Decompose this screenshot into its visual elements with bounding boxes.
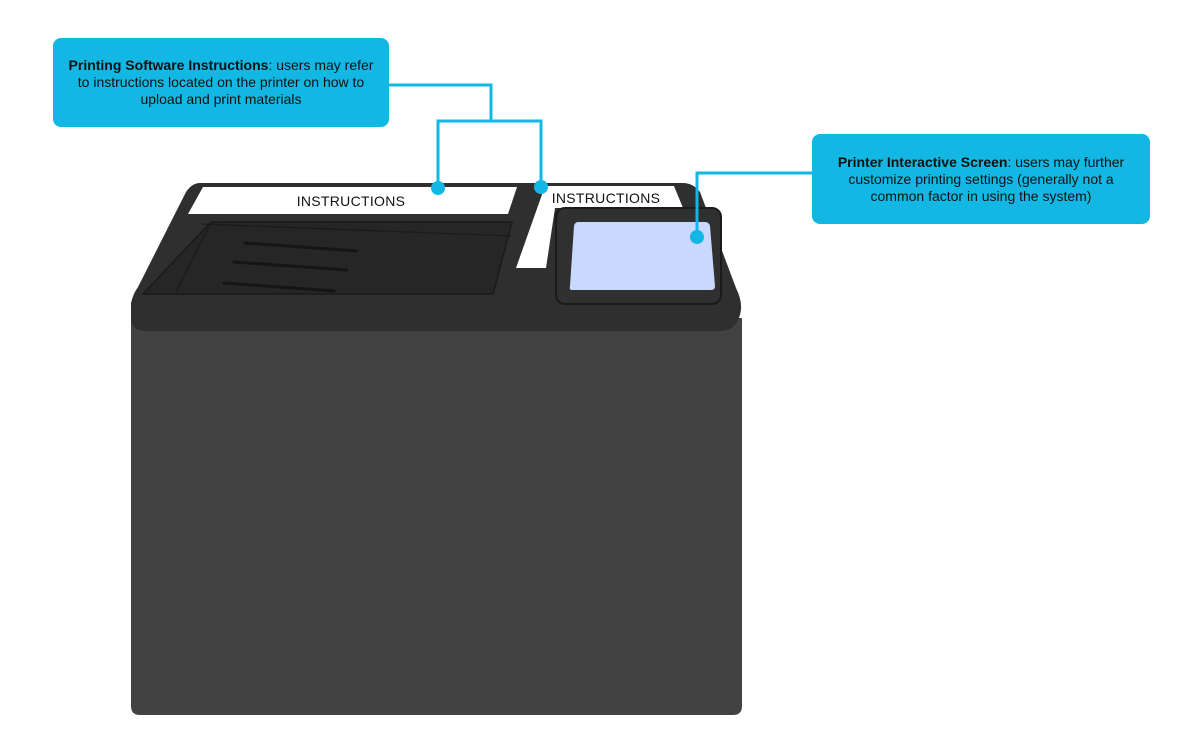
instructions-label-left: INSTRUCTIONS (297, 193, 406, 209)
printer-body (131, 318, 742, 715)
marker-dot (690, 230, 704, 244)
callout-interactive-screen: Printer Interactive Screen: users may fu… (812, 134, 1150, 224)
connector-software (389, 83, 493, 188)
callout-software-instructions: Printing Software Instructions: users ma… (53, 38, 389, 127)
connector-software-branch (491, 119, 543, 187)
marker-dot (534, 180, 548, 194)
marker-dot (431, 181, 445, 195)
instructions-label-right: INSTRUCTIONS (552, 190, 661, 206)
callout-text: Printing Software Instructions: users ma… (67, 57, 375, 108)
callout-title: Printing Software Instructions (68, 57, 269, 73)
callout-text: Printer Interactive Screen: users may fu… (834, 154, 1128, 205)
callout-title: Printer Interactive Screen (837, 153, 1008, 170)
